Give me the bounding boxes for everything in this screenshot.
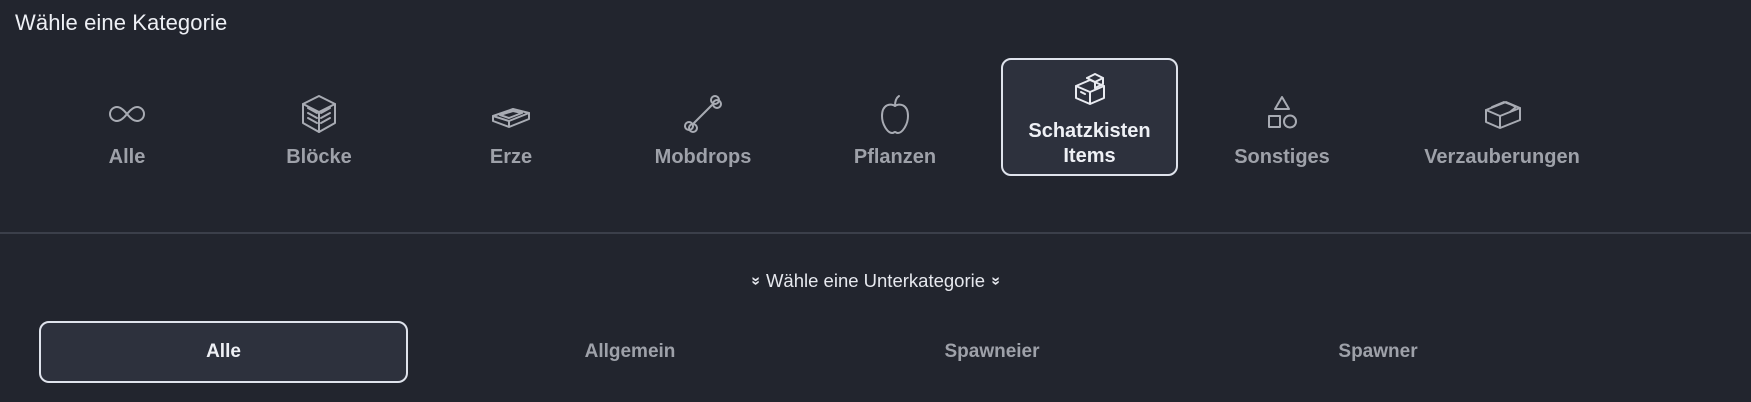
category-label-line: Items (1063, 145, 1116, 167)
category-pflanzen[interactable]: Pflanzen (797, 64, 993, 196)
category-label: Mobdrops (654, 145, 752, 168)
chest-icon (1067, 65, 1113, 111)
category-mobdrops[interactable]: Mobdrops (605, 64, 801, 196)
category-list: Alle Blöcke Erze Mobdrops Pflanzen Schat… (0, 58, 1751, 196)
enchanting-table-icon (1479, 91, 1525, 137)
category-label: Erze (489, 145, 533, 168)
page-title: Wähle eine Kategorie (15, 10, 228, 35)
block-icon (296, 91, 342, 137)
category-verzauberungen[interactable]: Verzauberungen (1378, 64, 1626, 196)
bone-icon (680, 91, 726, 137)
subcategory-spawner[interactable]: Spawner (1172, 321, 1584, 383)
subcategory-allgemein[interactable]: Allgemein (424, 321, 836, 383)
category-label: Pflanzen (853, 145, 937, 168)
category-label: Sonstiges (1234, 145, 1330, 168)
subcategory-title: Wähle eine Unterkategorie (765, 270, 986, 291)
shapes-icon (1259, 91, 1305, 137)
subcategory-list: Alle Allgemein Spawneier Spawner (0, 321, 1751, 383)
divider (0, 232, 1751, 234)
category-label: Alle (108, 145, 146, 168)
category-schatzkisten-items[interactable]: Schatzkisten Items (1001, 58, 1178, 176)
category-alle[interactable]: Alle (29, 64, 225, 196)
apple-icon (872, 91, 918, 137)
category-erze[interactable]: Erze (413, 64, 609, 196)
category-label: Schatzkisten Items (1028, 119, 1150, 169)
subcategory-header: » Wähle eine Unterkategorie » (0, 270, 1751, 292)
category-label: Verzauberungen (1424, 145, 1580, 168)
chevron-double-down-icon: » (747, 276, 765, 286)
category-label-line: Schatzkisten (1028, 120, 1151, 142)
chevron-double-down-icon: » (987, 276, 1005, 286)
category-bloecke[interactable]: Blöcke (221, 64, 417, 196)
infinity-icon (104, 91, 150, 137)
ingot-icon (488, 91, 534, 137)
category-sonstiges[interactable]: Sonstiges (1184, 64, 1380, 196)
subcategory-spawneier[interactable]: Spawneier (786, 321, 1198, 383)
category-label: Blöcke (286, 145, 352, 168)
subcategory-alle[interactable]: Alle (39, 321, 408, 383)
